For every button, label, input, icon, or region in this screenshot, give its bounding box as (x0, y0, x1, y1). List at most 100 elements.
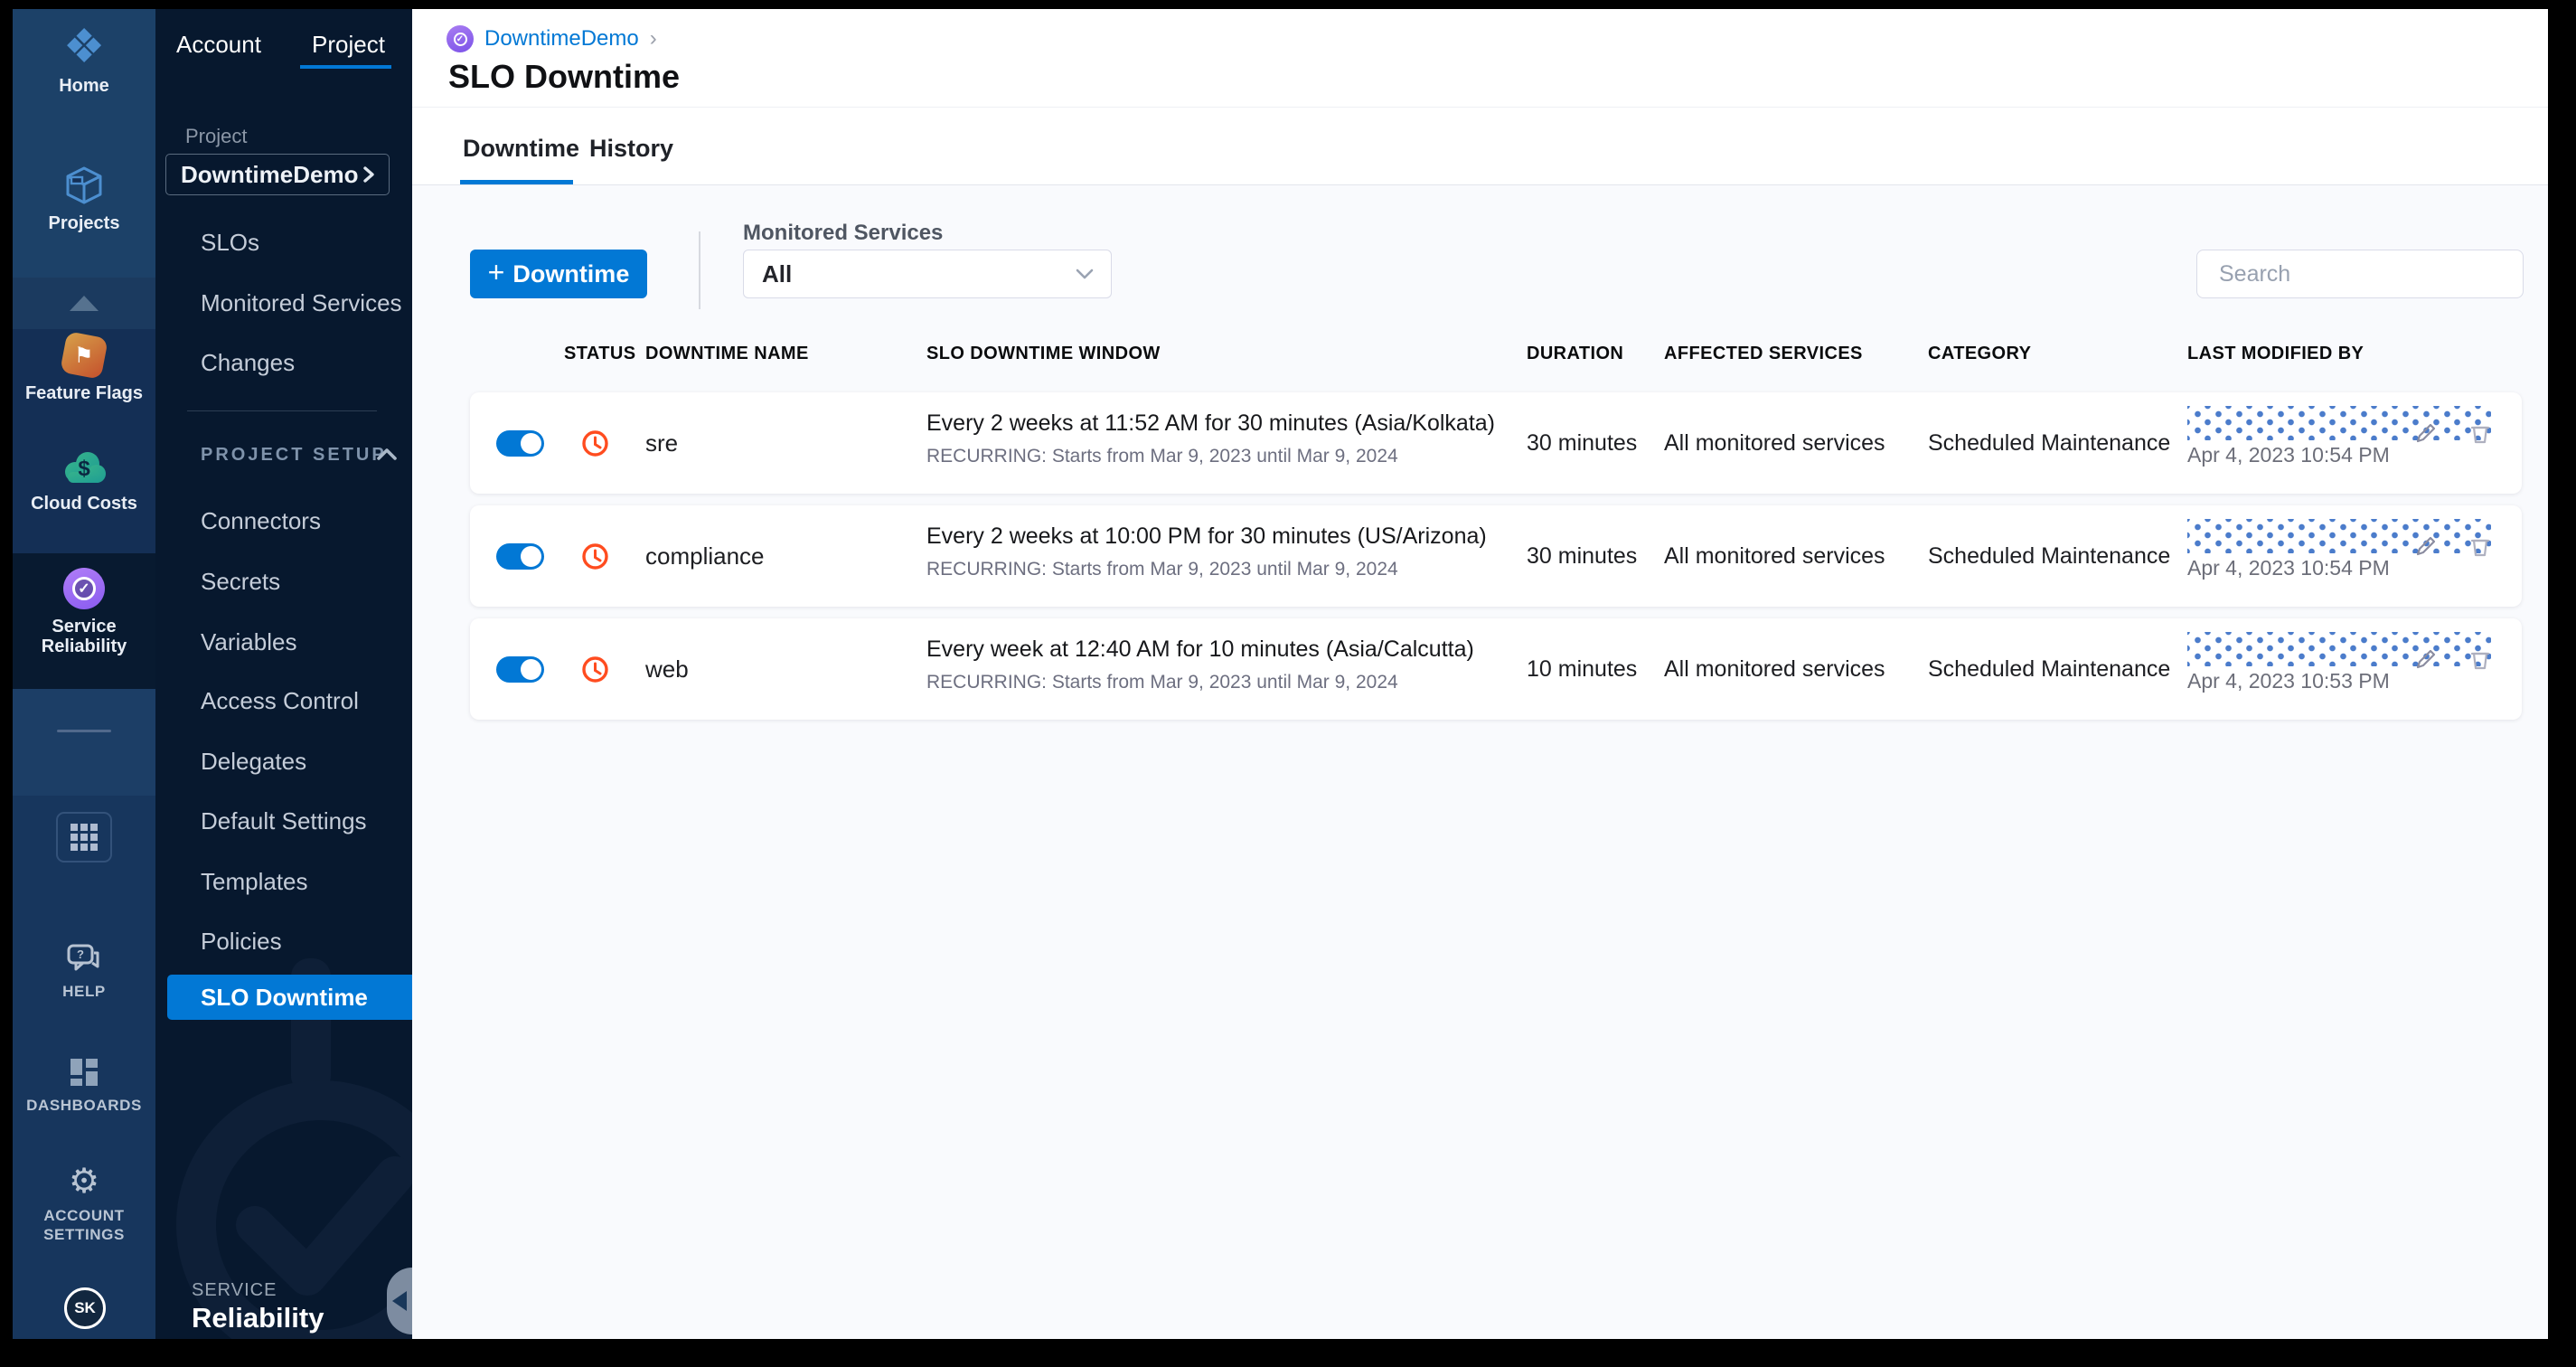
settings-gear-icon: ⚙ (68, 1163, 100, 1201)
row-window-recurrence: RECURRING: Starts from Mar 9, 2023 until… (926, 559, 1398, 580)
nav-item-policies[interactable]: Policies (201, 928, 282, 956)
project-selector[interactable]: DowntimeDemo (165, 154, 390, 195)
col-category: CATEGORY (1928, 344, 2032, 363)
row-modified-timestamp: Apr 4, 2023 10:54 PM (2187, 443, 2390, 467)
sidebar-divider (57, 730, 111, 732)
nav-item-variables[interactable]: Variables (201, 628, 296, 656)
search-input[interactable] (2219, 260, 2510, 288)
home-icon: ❖ (62, 21, 106, 73)
feature-flags-label: Feature Flags (24, 383, 144, 403)
sidebar-item-cloud-costs[interactable]: $ Cloud Costs (13, 450, 155, 514)
breadcrumb-project-icon: ✓ (447, 25, 474, 52)
sidebar-item-service-reliability[interactable]: ✓ Service Reliability (13, 568, 155, 656)
nav-collapse-button[interactable] (387, 1268, 412, 1334)
nav-item-slos[interactable]: SLOs (201, 229, 259, 257)
nav-item-slo-downtime-selected[interactable]: SLO Downtime (167, 975, 412, 1020)
edit-icon[interactable] (2412, 533, 2440, 560)
col-last-modified-by: LAST MODIFIED BY (2187, 344, 2364, 363)
nav-item-default-settings[interactable]: Default Settings (201, 807, 367, 835)
chevron-up-icon[interactable] (13, 278, 155, 329)
row-window-recurrence: RECURRING: Starts from Mar 9, 2023 until… (926, 672, 1398, 693)
nav-item-slo-downtime-label: SLO Downtime (201, 983, 368, 1011)
monitored-services-dropdown[interactable]: All (743, 250, 1112, 298)
delete-icon[interactable] (2467, 420, 2494, 447)
sidebar-item-projects[interactable]: Projects (13, 165, 155, 233)
nav-divider (187, 410, 377, 411)
nav-item-connectors[interactable]: Connectors (201, 507, 321, 535)
table-row: web Every week at 12:40 AM for 10 minute… (470, 618, 2522, 720)
row-window-summary: Every week at 12:40 AM for 10 minutes (A… (926, 636, 1474, 662)
clock-icon (582, 656, 608, 683)
service-reliability-icon: ✓ (63, 568, 105, 609)
nav-item-changes[interactable]: Changes (201, 349, 295, 377)
breadcrumb: ✓ DowntimeDemo › (447, 25, 657, 52)
projects-icon (66, 166, 102, 204)
row-name: sre (645, 429, 679, 457)
row-window: Every 2 weeks at 10:00 PM for 30 minutes… (926, 523, 1487, 580)
delete-icon[interactable] (2467, 533, 2494, 560)
sidebar-item-dashboards[interactable]: DASHBOARDS (13, 1056, 155, 1115)
row-status-toggle[interactable] (496, 543, 544, 570)
edit-icon[interactable] (2412, 420, 2440, 447)
page-tabs: Downtime History (412, 108, 2548, 185)
row-status-toggle[interactable] (496, 656, 544, 683)
row-duration: 30 minutes (1527, 542, 1638, 569)
edit-icon[interactable] (2412, 646, 2440, 673)
tab-project[interactable]: Project (312, 31, 385, 59)
col-affected-services: AFFECTED SERVICES (1664, 344, 1863, 363)
cloud-costs-icon: $ (65, 452, 106, 483)
section-project-setup[interactable]: PROJECT SETUP (201, 445, 387, 466)
row-modified-timestamp: Apr 4, 2023 10:54 PM (2187, 556, 2390, 580)
section-collapse-icon[interactable] (375, 446, 399, 464)
row-window-summary: Every 2 weeks at 11:52 AM for 30 minutes… (926, 410, 1495, 436)
redacted-user (2187, 519, 2491, 553)
redacted-user (2187, 632, 2491, 666)
clock-icon (582, 543, 608, 570)
row-window-summary: Every 2 weeks at 10:00 PM for 30 minutes… (926, 523, 1487, 549)
row-window-recurrence: RECURRING: Starts from Mar 9, 2023 until… (926, 446, 1398, 467)
help-icon: ? (67, 944, 99, 971)
tab-downtime[interactable]: Downtime (463, 135, 579, 163)
cloud-costs-label: Cloud Costs (31, 494, 137, 514)
chevron-down-icon (1076, 269, 1094, 279)
page-header: ✓ DowntimeDemo › SLO Downtime (412, 9, 2548, 108)
chevron-right-icon (363, 166, 374, 183)
row-affected-services: All monitored services (1664, 655, 1885, 682)
nav-item-templates[interactable]: Templates (201, 868, 308, 896)
app-window: ❖ Home Projects ⚑ Feature Flags $ Cloud … (13, 9, 2548, 1339)
account-settings-label-line2: SETTINGS (43, 1226, 125, 1243)
nav-item-monitored-services[interactable]: Monitored Services (201, 289, 402, 317)
nav-item-secrets[interactable]: Secrets (201, 568, 280, 596)
module-grid-button[interactable] (56, 812, 112, 863)
svg-text:$: $ (78, 457, 90, 481)
module-sidebar: ❖ Home Projects ⚑ Feature Flags $ Cloud … (13, 9, 155, 1339)
col-duration: DURATION (1527, 344, 1624, 363)
redacted-user (2187, 406, 2491, 440)
collapse-left-icon (392, 1291, 407, 1311)
row-affected-services: All monitored services (1664, 542, 1885, 569)
project-nav: Account Project Project DowntimeDemo SLO… (155, 9, 412, 1339)
col-downtime-name: DOWNTIME NAME (645, 344, 809, 363)
sidebar-item-feature-flags[interactable]: ⚑ Feature Flags (13, 331, 155, 403)
sidebar-item-account-settings[interactable]: ⚙ ACCOUNT SETTINGS (13, 1164, 155, 1244)
feature-flags-icon: ⚑ (60, 331, 108, 380)
row-duration: 10 minutes (1527, 655, 1638, 682)
delete-icon[interactable] (2467, 646, 2494, 673)
nav-item-access-control[interactable]: Access Control (201, 687, 359, 715)
svg-text:?: ? (77, 947, 84, 961)
sidebar-item-help[interactable]: ? HELP (13, 942, 155, 1001)
tab-account[interactable]: Account (176, 31, 261, 59)
sidebar-item-home[interactable]: ❖ Home (13, 21, 155, 96)
row-status-toggle[interactable] (496, 430, 544, 457)
search-box (2196, 250, 2524, 298)
nav-item-delegates[interactable]: Delegates (201, 748, 306, 776)
new-downtime-button[interactable]: + Downtime (470, 250, 647, 298)
user-avatar[interactable]: SK (64, 1287, 106, 1329)
row-window: Every 2 weeks at 11:52 AM for 30 minutes… (926, 410, 1495, 467)
tab-history[interactable]: History (589, 135, 673, 163)
module-scroll-strip (13, 278, 155, 329)
row-name: web (645, 655, 689, 683)
account-settings-label-line1: ACCOUNT (43, 1207, 125, 1224)
breadcrumb-project-link[interactable]: DowntimeDemo (484, 26, 639, 52)
service-reliability-label-line1: Service (52, 617, 117, 636)
